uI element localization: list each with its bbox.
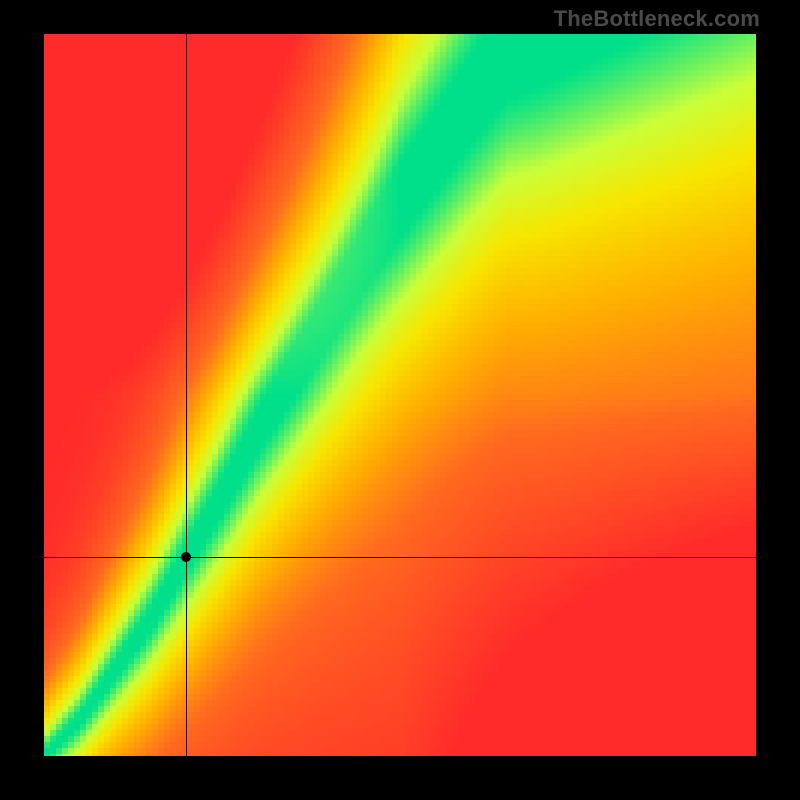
chart-frame: TheBottleneck.com — [0, 0, 800, 800]
attribution-label: TheBottleneck.com — [554, 6, 760, 32]
crosshair-vertical — [186, 34, 187, 756]
heatmap-canvas — [44, 34, 756, 756]
marker-dot — [181, 552, 191, 562]
heatmap-plot — [44, 34, 756, 756]
crosshair-horizontal — [44, 557, 756, 558]
